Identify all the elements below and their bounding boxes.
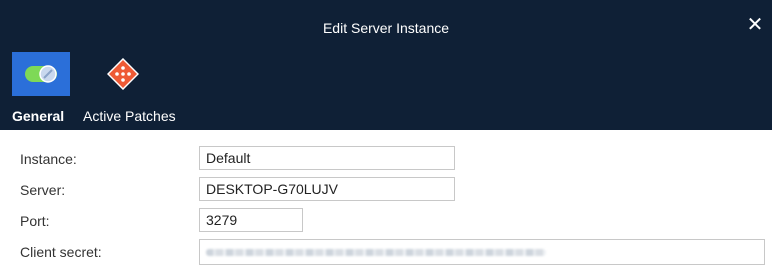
server-field[interactable] bbox=[199, 177, 455, 201]
general-form: Instance: Server: Port: Client secret: bbox=[0, 130, 772, 265]
close-button[interactable]: ✕ bbox=[744, 14, 766, 36]
tab-active-patches[interactable]: Active Patches bbox=[80, 52, 180, 130]
instance-label: Instance: bbox=[20, 151, 77, 167]
port-label: Port: bbox=[20, 213, 50, 229]
instance-field[interactable] bbox=[199, 146, 455, 170]
toggle-icon bbox=[25, 65, 57, 83]
server-label: Server: bbox=[20, 182, 66, 198]
tab-bar: General Active Patches bbox=[0, 52, 772, 130]
tab-general-highlight bbox=[12, 52, 70, 96]
window-title: Edit Server Instance bbox=[322, 20, 450, 36]
client-secret-redacted bbox=[206, 249, 546, 256]
tab-general-label: General bbox=[12, 108, 65, 124]
tab-active-patches-label: Active Patches bbox=[83, 108, 176, 124]
client-secret-label: Client secret: bbox=[20, 244, 102, 260]
client-secret-field[interactable] bbox=[199, 239, 765, 265]
tab-general[interactable]: General bbox=[0, 52, 80, 130]
patch-diamond-icon bbox=[107, 58, 139, 90]
port-field[interactable] bbox=[199, 208, 303, 232]
